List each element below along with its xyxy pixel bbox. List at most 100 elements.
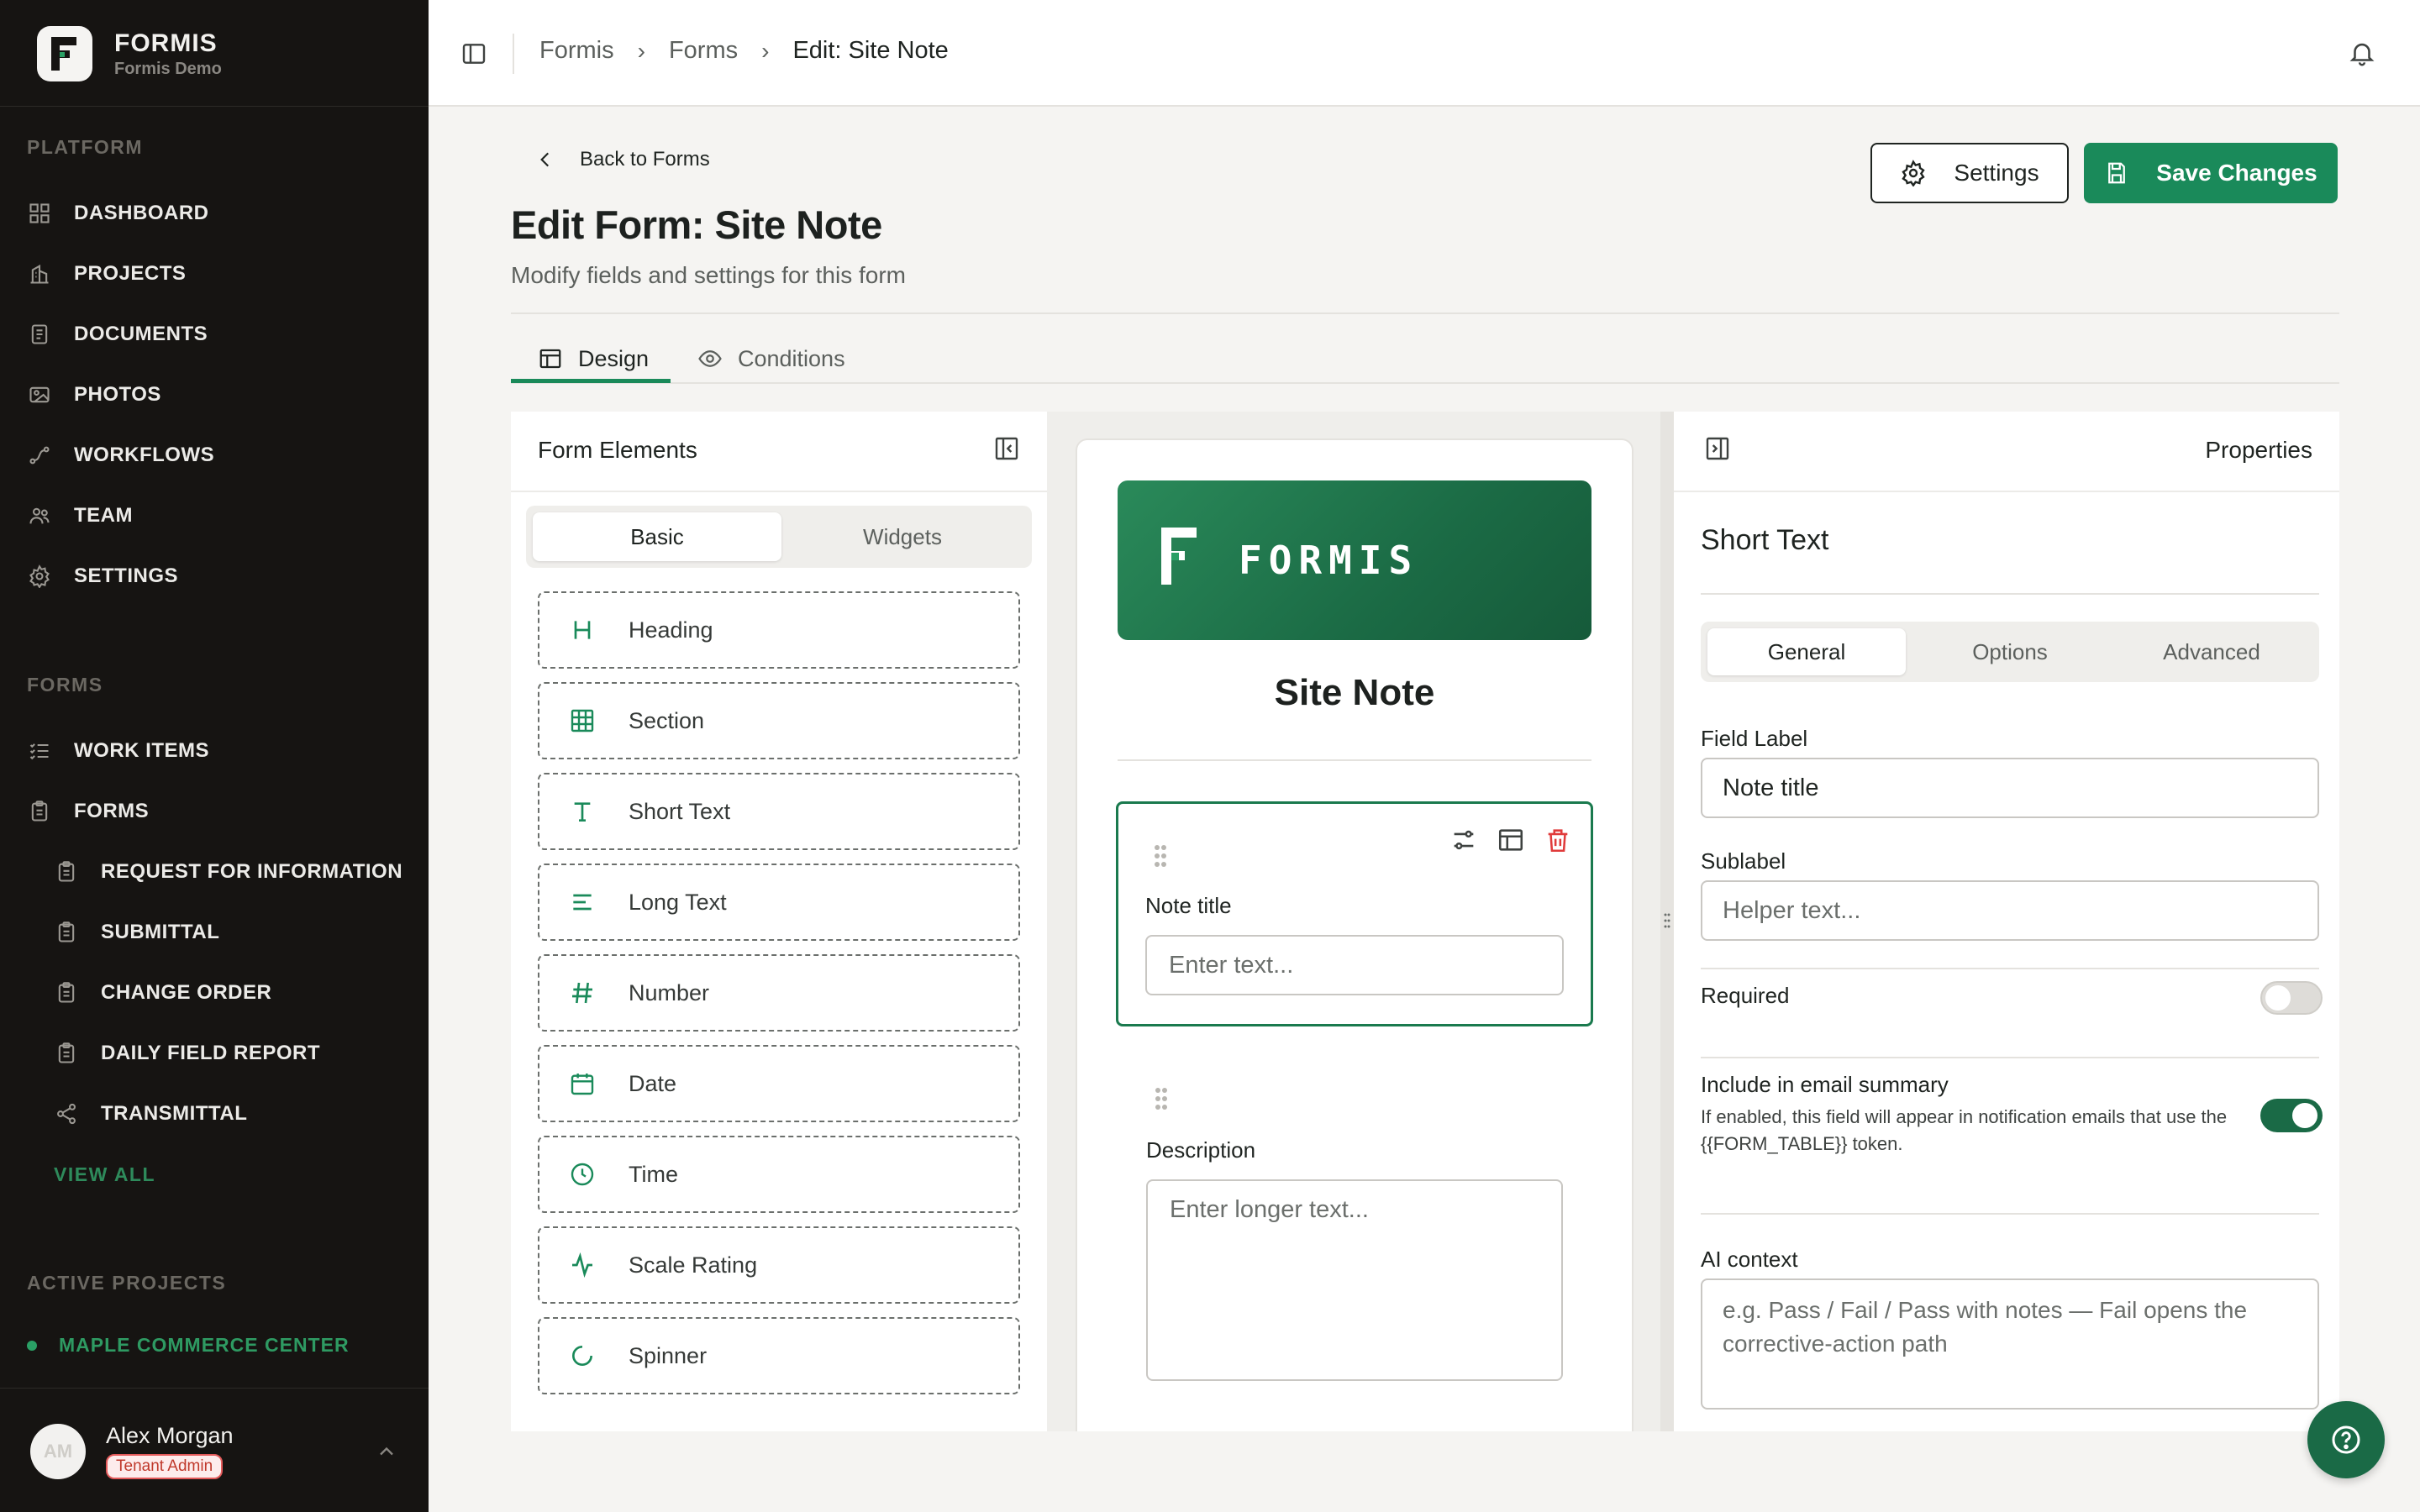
chevron-up-icon[interactable]	[375, 1440, 398, 1463]
sidebar-item-label: SUBMITTAL	[101, 921, 220, 943]
project-label: MAPLE COMMERCE CENTER	[59, 1334, 350, 1356]
section-label-forms: FORMS	[27, 674, 103, 696]
element-heading[interactable]: Heading	[538, 591, 1020, 669]
eye-icon	[698, 350, 722, 367]
layout-icon	[539, 349, 561, 369]
sidebar-subitem-daily-field-report[interactable]: DAILY FIELD REPORT	[54, 1035, 320, 1072]
trash-icon[interactable]	[1544, 826, 1572, 854]
sidebar-item-dashboard[interactable]: DASHBOARD	[27, 195, 209, 232]
sidebar-project-item[interactable]: MAPLE COMMERCE CENTER	[27, 1334, 350, 1357]
sidebar-item-label: TEAM	[74, 504, 133, 527]
segment-widgets[interactable]: Widgets	[778, 512, 1027, 561]
role-badge: Tenant Admin	[106, 1454, 224, 1479]
section-label-platform: PLATFORM	[27, 136, 144, 158]
field-label-input[interactable]: Note title	[1701, 758, 2319, 818]
help-icon	[2332, 1425, 2360, 1454]
team-icon	[27, 503, 52, 528]
element-scale-rating[interactable]: Scale Rating	[538, 1226, 1020, 1304]
workspace-name: Formis Demo	[114, 59, 222, 78]
sliders-icon[interactable]	[1449, 826, 1478, 854]
sidebar-item-label: CHANGE ORDER	[101, 981, 272, 1004]
clipboard-icon	[27, 799, 52, 824]
divider	[1118, 759, 1591, 761]
sidebar-subitem-submittal[interactable]: SUBMITTAL	[54, 914, 219, 951]
element-label: Heading	[629, 617, 713, 643]
sidebar-item-label: FORMS	[74, 800, 150, 822]
element-date[interactable]: Date	[538, 1045, 1020, 1122]
drag-handle-icon[interactable]	[1152, 843, 1169, 869]
banner-text: FORMIS	[1239, 538, 1419, 583]
sidebar-subitem-change-order[interactable]: CHANGE ORDER	[54, 974, 271, 1011]
back-to-forms-link[interactable]: Back to Forms	[534, 148, 710, 171]
sidebar-toggle-icon[interactable]	[460, 40, 487, 67]
sidebar-item-documents[interactable]: DOCUMENTS	[27, 316, 208, 353]
segment-basic[interactable]: Basic	[533, 512, 781, 561]
formis-logo-icon	[1161, 528, 1197, 585]
sidebar-item-workflows[interactable]: WORKFLOWS	[27, 437, 214, 474]
form-elements-panel: Form Elements Basic Widgets Heading Sect…	[511, 412, 1047, 1431]
tab-design[interactable]: Design	[538, 334, 649, 383]
collapse-panel-icon[interactable]	[993, 435, 1020, 462]
breadcrumb-item[interactable]: Formis	[539, 37, 614, 65]
sidebar-item-team[interactable]: TEAM	[27, 497, 133, 534]
collapse-panel-icon[interactable]	[1704, 435, 1731, 462]
sublabel-input[interactable]: Helper text...	[1701, 880, 2319, 941]
workflow-icon	[27, 443, 52, 468]
email-summary-label: Include in email summary	[1701, 1072, 1949, 1097]
sidebar-item-settings[interactable]: SETTINGS	[27, 558, 178, 595]
layout-icon[interactable]	[1497, 826, 1525, 854]
section-label-active-projects: ACTIVE PROJECTS	[27, 1272, 227, 1294]
sidebar: FORMIS Formis Demo PLATFORM DASHBOARD PR…	[0, 0, 429, 1512]
avatar: AM	[30, 1423, 86, 1479]
form-field-selected[interactable]: Note title Enter text...	[1116, 801, 1593, 1026]
element-number[interactable]: Number	[538, 954, 1020, 1032]
breadcrumb-current: Edit: Site Note	[792, 37, 949, 64]
element-category-switch: Basic Widgets	[526, 506, 1032, 568]
divider	[511, 491, 1047, 492]
text-icon	[568, 797, 597, 826]
required-toggle[interactable]	[2260, 981, 2323, 1015]
divider	[511, 312, 2339, 314]
user-name: Alex Morgan	[106, 1423, 234, 1448]
tab-advanced[interactable]: Advanced	[2112, 628, 2311, 675]
align-left-icon	[568, 888, 597, 916]
drag-handle-icon[interactable]	[1153, 1085, 1170, 1112]
element-spinner[interactable]: Spinner	[538, 1317, 1020, 1394]
brand[interactable]: FORMIS Formis Demo	[37, 18, 222, 89]
sidebar-item-label: PHOTOS	[74, 383, 161, 406]
active-tab-indicator	[511, 379, 671, 383]
settings-button[interactable]: Settings	[1870, 143, 2069, 203]
sidebar-subitem-rfi[interactable]: REQUEST FOR INFORMATION	[54, 853, 402, 890]
save-changes-button[interactable]: Save Changes	[2084, 143, 2338, 203]
tab-conditions[interactable]: Conditions	[697, 334, 845, 383]
sidebar-item-projects[interactable]: PROJECTS	[27, 255, 186, 292]
tab-general[interactable]: General	[1707, 628, 1906, 675]
element-time[interactable]: Time	[538, 1136, 1020, 1213]
table-icon	[568, 706, 597, 735]
dashboard-icon	[27, 201, 52, 226]
element-long-text[interactable]: Long Text	[538, 864, 1020, 941]
element-section[interactable]: Section	[538, 682, 1020, 759]
sidebar-item-photos[interactable]: PHOTOS	[27, 376, 161, 413]
tab-options[interactable]: Options	[1911, 628, 2109, 675]
user-menu[interactable]: AM Alex Morgan Tenant Admin	[30, 1423, 234, 1479]
topbar: Formis › Forms › Edit: Site Note	[429, 0, 2420, 107]
element-short-text[interactable]: Short Text	[538, 773, 1020, 850]
clipboard-icon	[54, 920, 79, 945]
settings-label: Settings	[1954, 160, 2039, 186]
sidebar-item-forms[interactable]: FORMS	[27, 793, 149, 830]
sidebar-item-work-items[interactable]: WORK ITEMS	[27, 732, 209, 769]
breadcrumb-item[interactable]: Forms	[669, 37, 738, 65]
field-label: Description	[1146, 1137, 1256, 1163]
back-label: Back to Forms	[580, 148, 710, 171]
long-text-input-preview[interactable]: Enter longer text...	[1146, 1179, 1563, 1381]
view-all-link[interactable]: VIEW ALL	[54, 1163, 155, 1186]
help-button[interactable]	[2307, 1401, 2385, 1478]
bell-icon[interactable]	[2348, 39, 2376, 67]
email-summary-toggle[interactable]	[2260, 1099, 2323, 1132]
divider	[513, 34, 514, 74]
sidebar-subitem-transmittal[interactable]: TRANSMITTAL	[54, 1095, 247, 1132]
short-text-input-preview[interactable]: Enter text...	[1145, 935, 1564, 995]
grip-icon[interactable]	[1660, 909, 1674, 932]
ai-context-textarea[interactable]: e.g. Pass / Fail / Pass with notes — Fai…	[1701, 1278, 2319, 1410]
